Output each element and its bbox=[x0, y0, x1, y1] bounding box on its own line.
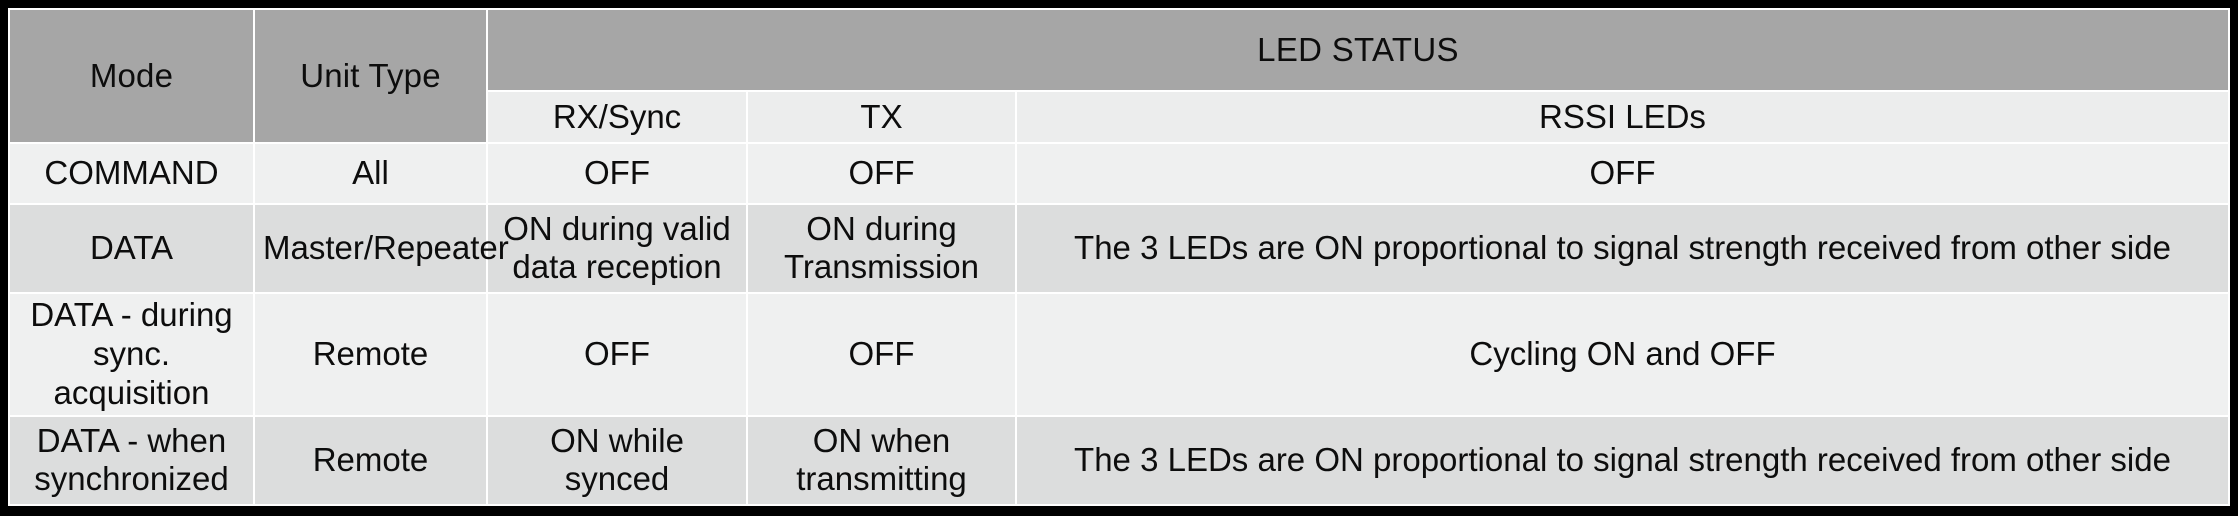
cell-text: OFF bbox=[584, 154, 650, 192]
cell-rx-sync: ON while synced bbox=[486, 414, 748, 507]
cell-text: Remote bbox=[312, 335, 429, 373]
table-body: COMMAND All OFF OFF OFF DATA Master/Repe… bbox=[8, 142, 2230, 507]
cell-text: ON when transmitting bbox=[796, 421, 967, 498]
cell-mode: DATA bbox=[8, 202, 255, 294]
cell-text: DATA - during sync. acquisition bbox=[30, 296, 233, 411]
cell-text: All bbox=[352, 154, 389, 192]
cell-rssi-leds: The 3 LEDs are ON proportional to signal… bbox=[1015, 414, 2230, 507]
cell-text: OFF bbox=[584, 335, 650, 373]
table-row: DATA Master/Repeater ON during valid dat… bbox=[8, 202, 2230, 294]
cell-tx: ON when transmitting bbox=[746, 414, 1017, 507]
cell-tx: OFF bbox=[746, 142, 1017, 205]
cell-text: ON while synced bbox=[550, 421, 684, 498]
cell-unit-type: Remote bbox=[253, 291, 488, 417]
table-row: DATA - during sync. acquisition Remote O… bbox=[8, 291, 2230, 417]
cell-text: ON during valid data reception bbox=[503, 209, 731, 286]
table-row: DATA - when synchronized Remote ON while… bbox=[8, 414, 2230, 507]
column-header-unit-type: Unit Type bbox=[253, 8, 488, 144]
cell-unit-type: All bbox=[253, 142, 488, 205]
cell-rssi-leds: Cycling ON and OFF bbox=[1015, 291, 2230, 417]
cell-text: OFF bbox=[848, 154, 915, 192]
cell-text: The 3 LEDs are ON proportional to signal… bbox=[1074, 441, 2171, 479]
cell-rssi-leds: OFF bbox=[1015, 142, 2230, 205]
table-frame: Mode Unit Type LED STATUS RX/Sync TX RSS… bbox=[0, 0, 2238, 516]
cell-text: The 3 LEDs are ON proportional to signal… bbox=[1074, 228, 2171, 266]
cell-tx: OFF bbox=[746, 291, 1017, 417]
column-header-mode: Mode bbox=[8, 8, 255, 144]
cell-text: Master/Repeater bbox=[263, 228, 509, 266]
table-header: Mode Unit Type LED STATUS RX/Sync TX RSS… bbox=[8, 8, 2230, 144]
cell-rx-sync: OFF bbox=[486, 291, 748, 417]
column-header-tx: TX bbox=[746, 90, 1017, 144]
cell-text: Remote bbox=[312, 441, 429, 479]
cell-tx: ON during Transmission bbox=[746, 202, 1017, 294]
table-row: COMMAND All OFF OFF OFF bbox=[8, 142, 2230, 205]
cell-text: ON during Transmission bbox=[784, 209, 979, 286]
cell-unit-type: Remote bbox=[253, 414, 488, 507]
header-row-group: Mode Unit Type LED STATUS bbox=[8, 8, 2230, 144]
cell-rx-sync: OFF bbox=[486, 142, 748, 205]
column-header-rssi-leds: RSSI LEDs bbox=[1015, 90, 2230, 144]
cell-rx-sync: ON during valid data reception bbox=[486, 202, 748, 294]
cell-unit-type: Master/Repeater bbox=[253, 202, 509, 294]
cell-text: OFF bbox=[1589, 154, 1656, 192]
led-status-table: Mode Unit Type LED STATUS RX/Sync TX RSS… bbox=[8, 8, 2230, 507]
column-header-led-status: LED STATUS bbox=[486, 8, 2230, 92]
cell-mode: DATA - when synchronized bbox=[8, 414, 255, 507]
cell-text: DATA - when synchronized bbox=[34, 421, 229, 498]
cell-text: COMMAND bbox=[44, 154, 219, 192]
cell-mode: DATA - during sync. acquisition bbox=[8, 291, 255, 417]
cell-text: OFF bbox=[848, 335, 915, 373]
cell-mode: COMMAND bbox=[8, 142, 255, 205]
cell-text: Cycling ON and OFF bbox=[1469, 335, 1776, 373]
cell-rssi-leds: The 3 LEDs are ON proportional to signal… bbox=[1015, 202, 2230, 294]
cell-text: DATA bbox=[89, 228, 174, 266]
column-header-rx-sync: RX/Sync bbox=[486, 90, 748, 144]
